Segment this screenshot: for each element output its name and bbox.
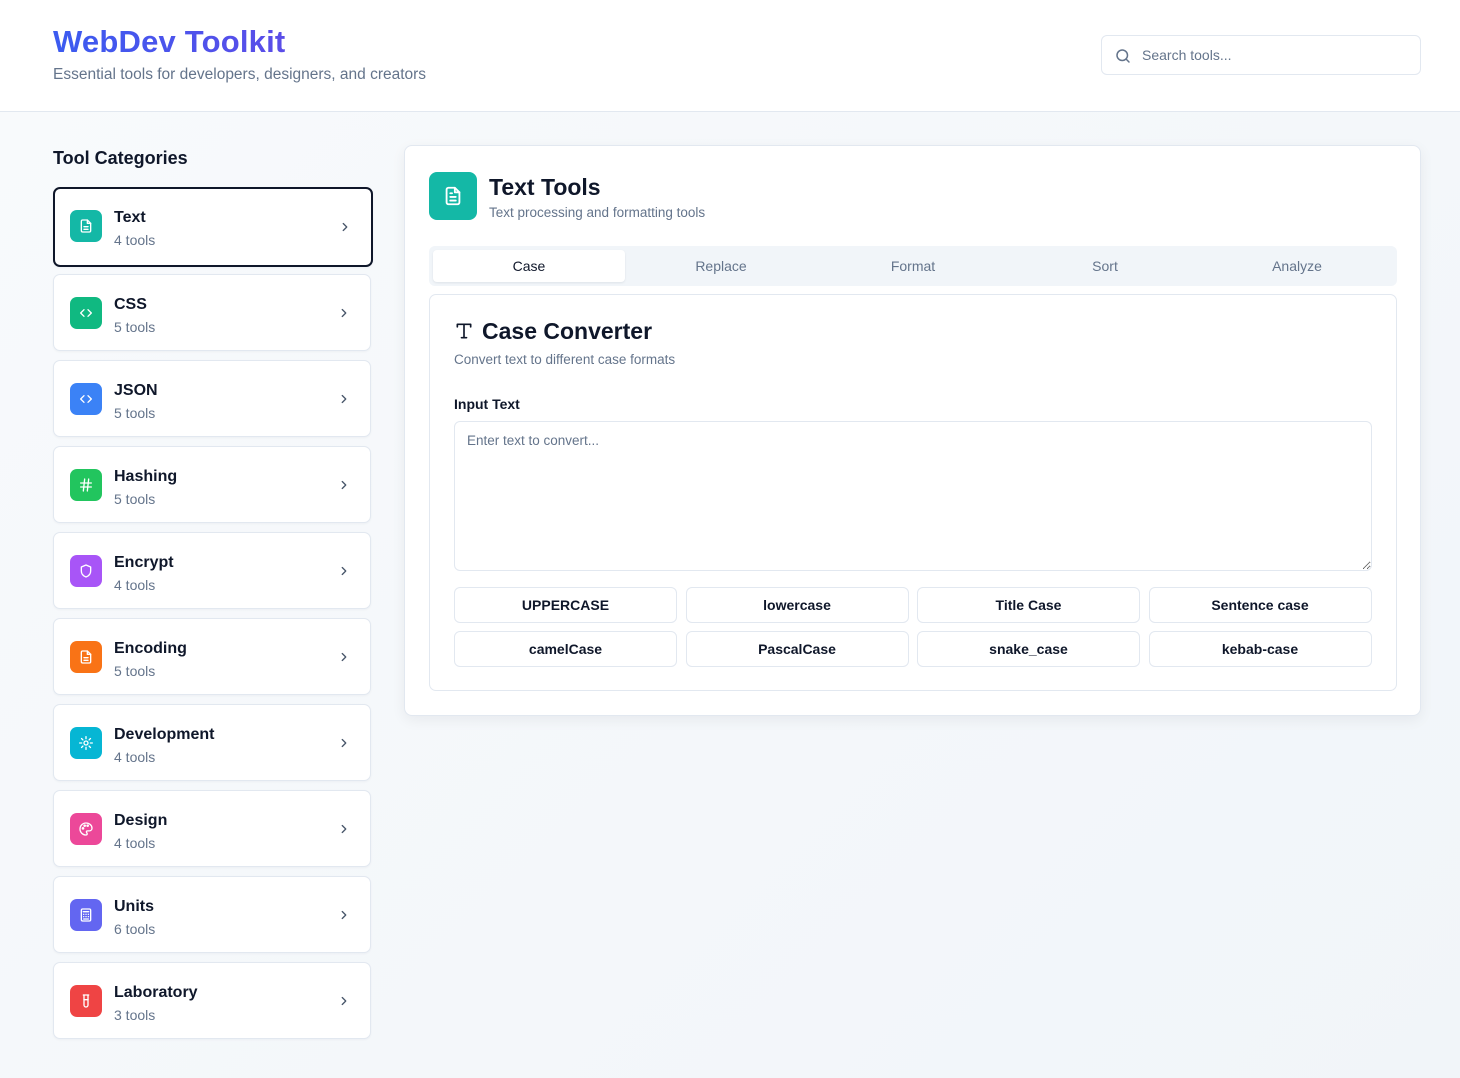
app-title: WebDev Toolkit: [53, 24, 286, 59]
tab-analyze[interactable]: Analyze: [1201, 250, 1393, 282]
app-header: WebDev Toolkit Essential tools for devel…: [0, 0, 1460, 112]
category-tool-count: 4 tools: [114, 835, 156, 851]
category-name: Design: [114, 812, 168, 829]
sidebar-item-units[interactable]: Units 6 tools: [53, 876, 371, 953]
sidebar-item-json[interactable]: JSON 5 tools: [53, 360, 371, 437]
gear-icon: [70, 727, 102, 759]
category-name: Encoding: [114, 640, 187, 657]
uppercase-button[interactable]: UPPERCASE: [454, 587, 677, 623]
sidebar-item-design[interactable]: Design 4 tools: [53, 790, 371, 867]
code-icon: [70, 383, 102, 415]
sidebar-item-text[interactable]: Text 4 tools: [53, 187, 373, 267]
chevron-right-icon: [341, 394, 347, 404]
category-tool-count: 4 tools: [114, 749, 156, 765]
camelcase-button[interactable]: camelCase: [454, 631, 677, 667]
tab-format[interactable]: Format: [817, 250, 1009, 282]
category-name: Text: [114, 209, 146, 226]
sentence-case-button[interactable]: Sentence case: [1148, 587, 1372, 623]
lowercase-button[interactable]: lowercase: [685, 587, 909, 623]
chevron-right-icon: [341, 566, 347, 576]
tab-replace[interactable]: Replace: [625, 250, 817, 282]
flask-icon: [70, 985, 102, 1017]
pascalcase-button[interactable]: PascalCase: [685, 631, 909, 667]
document-icon: [70, 210, 102, 242]
category-name: Encrypt: [114, 554, 174, 571]
category-tool-count: 3 tools: [114, 1007, 156, 1023]
document-icon: [70, 641, 102, 673]
sidebar-item-css[interactable]: CSS 5 tools: [53, 274, 371, 351]
category-name: Hashing: [114, 468, 178, 485]
tab-sort[interactable]: Sort: [1009, 250, 1201, 282]
category-name: CSS: [114, 296, 147, 313]
category-tool-count: 5 tools: [114, 663, 156, 679]
chevron-right-icon: [341, 308, 347, 318]
category-name: Development: [114, 726, 215, 743]
hash-icon: [70, 469, 102, 501]
category-tool-count: 5 tools: [114, 319, 156, 335]
sidebar-item-laboratory[interactable]: Laboratory 3 tools: [53, 962, 371, 1039]
search-icon: [1116, 49, 1130, 63]
sidebar-item-encrypt[interactable]: Encrypt 4 tools: [53, 532, 371, 609]
title-case-button[interactable]: Title Case: [917, 587, 1140, 623]
panel-subtitle: Text processing and formatting tools: [489, 205, 706, 220]
snake-case-button[interactable]: snake_case: [917, 631, 1140, 667]
category-name: JSON: [114, 382, 158, 399]
chevron-right-icon: [342, 222, 348, 232]
category-tool-count: 4 tools: [114, 577, 156, 593]
sidebar-item-encoding[interactable]: Encoding 5 tools: [53, 618, 371, 695]
shield-icon: [70, 555, 102, 587]
search-box[interactable]: [1101, 35, 1421, 75]
category-tool-count: 6 tools: [114, 921, 156, 937]
category-name: Units: [114, 898, 154, 915]
chevron-right-icon: [341, 824, 347, 834]
category-list: Text 4 tools CSS 5 tools JSON 5 tools Hashing 5…: [53, 187, 373, 1048]
document-icon: [429, 172, 477, 220]
sidebar-item-hashing[interactable]: Hashing 5 tools: [53, 446, 371, 523]
tab-case[interactable]: Case: [433, 250, 625, 282]
code-icon: [70, 297, 102, 329]
sidebar-title: Tool Categories: [53, 148, 188, 168]
chevron-right-icon: [341, 738, 347, 748]
kebab-case-button[interactable]: kebab-case: [1148, 631, 1372, 667]
search-input[interactable]: [1142, 36, 1412, 74]
app-subtitle: Essential tools for developers, designer…: [53, 66, 427, 83]
category-tool-count: 5 tools: [114, 405, 156, 421]
case-converter-card: Case Converter Convert text to different…: [429, 294, 1397, 691]
type-icon: [456, 323, 472, 339]
input-text-area[interactable]: [454, 421, 1372, 571]
card-title: Case Converter: [482, 318, 653, 344]
panel-title: Text Tools: [489, 174, 601, 200]
sidebar-item-development[interactable]: Development 4 tools: [53, 704, 371, 781]
tool-panel: Text Tools Text processing and formattin…: [404, 145, 1421, 716]
palette-icon: [70, 813, 102, 845]
category-tool-count: 5 tools: [114, 491, 156, 507]
category-name: Laboratory: [114, 984, 198, 1001]
tab-bar: Case Replace Format Sort Analyze: [429, 246, 1397, 286]
calculator-icon: [70, 899, 102, 931]
chevron-right-icon: [341, 652, 347, 662]
chevron-right-icon: [341, 996, 347, 1006]
input-label: Input Text: [454, 396, 520, 412]
chevron-right-icon: [341, 910, 347, 920]
chevron-right-icon: [341, 480, 347, 490]
card-subtitle: Convert text to different case formats: [454, 352, 676, 367]
category-tool-count: 4 tools: [114, 232, 156, 248]
